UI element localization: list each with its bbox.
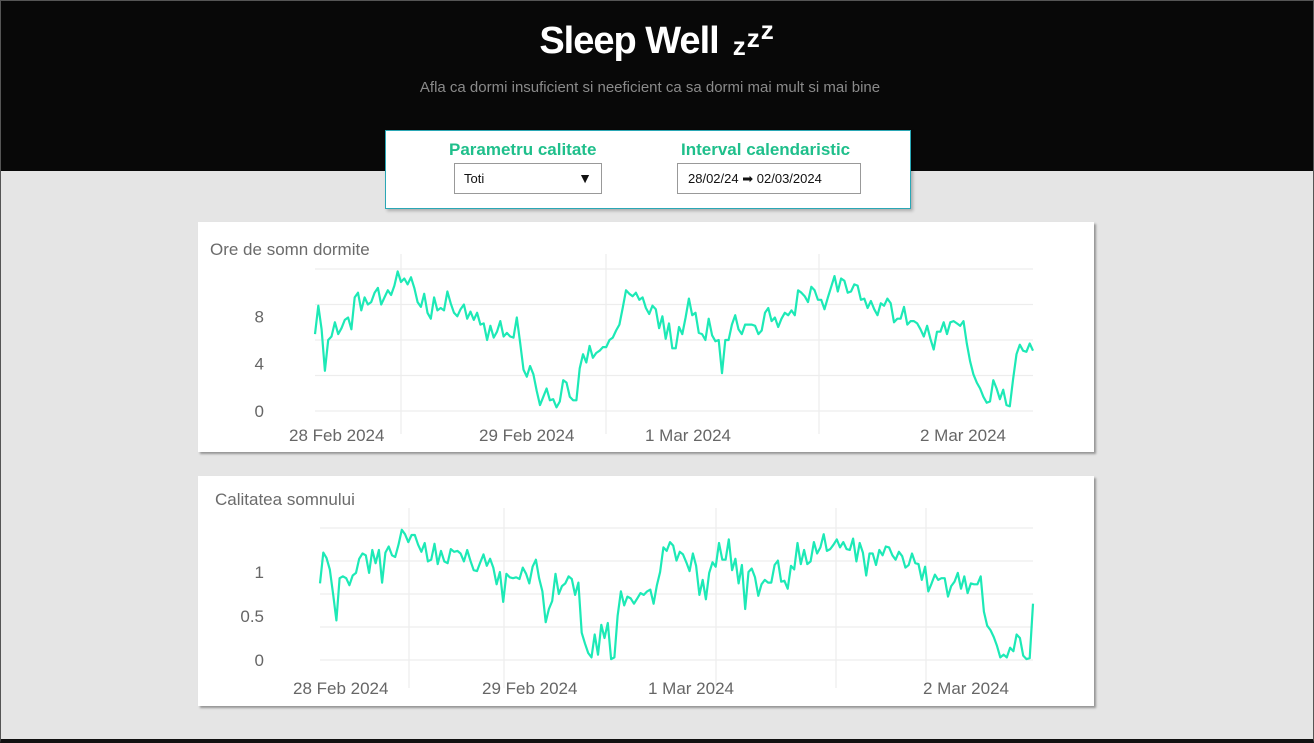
zzz-letter: z — [732, 31, 747, 61]
quality-parameter-select[interactable]: Toti ▼ — [454, 163, 602, 194]
app-title-text: Sleep Well — [539, 20, 719, 62]
x-tick-label: 1 Mar 2024 — [645, 426, 731, 445]
x-tick-label: 29 Feb 2024 — [482, 679, 577, 698]
sleep-hours-chart-card: Ore de somn dormite 0 4 8 28 Feb 2024 29 Feb… — [198, 222, 1094, 452]
y-tick-label: 4 — [255, 355, 264, 374]
zzz-letter: z — [760, 15, 775, 45]
zzz-letter: z — [746, 23, 761, 53]
arrow-right-icon: ➡ — [742, 171, 754, 186]
sleep-quality-chart-card: Calitatea somnului 0 0.5 1 28 Feb 2024 29 Fe… — [198, 476, 1094, 706]
x-tick-label: 29 Feb 2024 — [479, 426, 574, 445]
date-range-picker[interactable]: 28/02/24 ➡ 02/03/2024 — [677, 163, 861, 194]
y-tick-label: 1 — [255, 563, 264, 582]
app-title: Sleep Well zzz — [0, 15, 1314, 63]
x-tick-label: 28 Feb 2024 — [293, 679, 388, 698]
x-tick-label: 1 Mar 2024 — [648, 679, 734, 698]
y-tick-label: 0 — [255, 651, 264, 670]
chevron-down-icon: ▼ — [578, 170, 592, 186]
y-tick-label: 8 — [255, 307, 264, 326]
app-subtitle: Afla ca dormi insuficient si neeficient … — [419, 79, 881, 96]
date-range-start[interactable]: 28/02/24 — [688, 171, 739, 186]
sleep-hours-chart: 0 4 8 28 Feb 2024 29 Feb 2024 1 Mar 2024 2 Mar… — [255, 254, 1034, 445]
y-tick-label: 0.5 — [240, 607, 264, 626]
date-interval-label: Interval calendaristic — [681, 140, 851, 159]
x-tick-label: 28 Feb 2024 — [289, 426, 384, 445]
filter-panel: Parametru calitate Toti ▼ Interval calen… — [385, 130, 911, 209]
y-tick-label: 0 — [255, 402, 264, 421]
quality-parameter-label: Parametru calitate — [449, 140, 597, 159]
x-tick-label: 2 Mar 2024 — [923, 679, 1009, 698]
zzz-sleep-icon: zzz — [732, 15, 775, 61]
quality-selected-value: Toti — [464, 171, 485, 186]
date-range-end[interactable]: 02/03/2024 — [757, 171, 822, 186]
series-line — [313, 270, 1034, 409]
x-tick-label: 2 Mar 2024 — [920, 426, 1006, 445]
sleep-quality-chart: 0 0.5 1 28 Feb 2024 29 Feb 2024 1 Mar 2024 2 M… — [240, 508, 1035, 698]
